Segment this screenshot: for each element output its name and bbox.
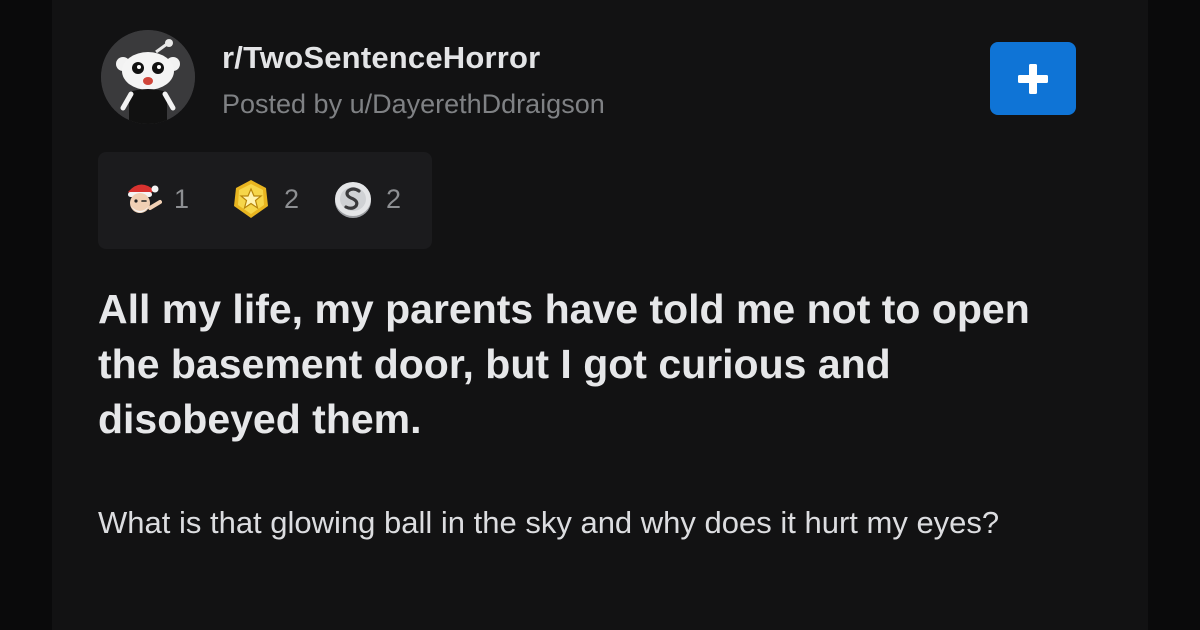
award-item[interactable]: 1 <box>120 178 189 220</box>
plus-icon <box>1018 63 1048 94</box>
posted-by-text[interactable]: Posted by u/DayerethDdraigson <box>222 89 605 120</box>
award-count: 2 <box>386 183 402 214</box>
silver-coin-award-icon <box>335 182 371 218</box>
join-button[interactable] <box>990 42 1076 115</box>
santa-wink-award-icon <box>128 184 162 213</box>
post-body: What is that glowing ball in the sky and… <box>98 505 1000 540</box>
award-count: 1 <box>174 183 190 214</box>
award-item[interactable]: 2 <box>332 178 401 220</box>
gold-star-award-icon <box>234 180 268 218</box>
post-title[interactable]: All my life, my parents have told me not… <box>98 282 1098 447</box>
awards-bar[interactable]: 1 2 2 <box>98 152 432 249</box>
subreddit-name[interactable]: r/TwoSentenceHorror <box>222 40 540 76</box>
award-count: 2 <box>284 183 300 214</box>
subreddit-avatar[interactable] <box>101 30 195 124</box>
award-item[interactable]: 2 <box>230 178 299 220</box>
snoo-avatar-icon <box>101 30 195 124</box>
